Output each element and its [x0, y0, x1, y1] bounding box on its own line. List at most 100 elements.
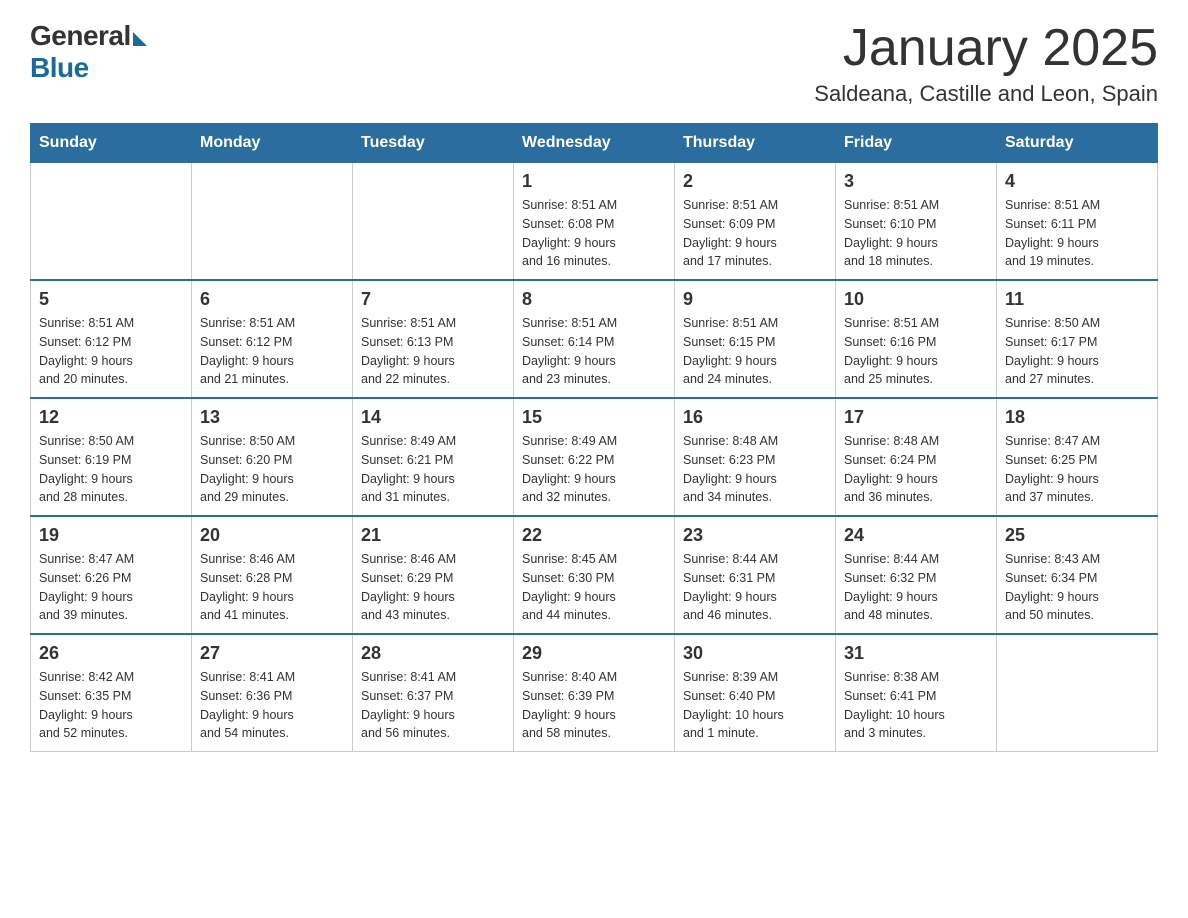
calendar-day-cell: 20 Sunrise: 8:46 AM Sunset: 6:28 PM Dayli…	[192, 516, 353, 634]
day-number: 20	[200, 525, 344, 546]
day-info: Sunrise: 8:51 AM Sunset: 6:16 PM Dayligh…	[844, 314, 988, 389]
day-number: 7	[361, 289, 505, 310]
day-info: Sunrise: 8:48 AM Sunset: 6:23 PM Dayligh…	[683, 432, 827, 507]
location-title: Saldeana, Castille and Leon, Spain	[814, 81, 1158, 107]
day-number: 13	[200, 407, 344, 428]
calendar-day-cell: 16 Sunrise: 8:48 AM Sunset: 6:23 PM Dayli…	[675, 398, 836, 516]
calendar-day-cell: 2 Sunrise: 8:51 AM Sunset: 6:09 PM Daylig…	[675, 163, 836, 281]
day-info: Sunrise: 8:51 AM Sunset: 6:13 PM Dayligh…	[361, 314, 505, 389]
day-number: 26	[39, 643, 183, 664]
calendar-day-cell: 1Sunrise: 8:51 AM Sunset: 6:08 PM Daylig…	[514, 163, 675, 281]
calendar-day-cell: 8 Sunrise: 8:51 AM Sunset: 6:14 PM Daylig…	[514, 280, 675, 398]
calendar-header-saturday: Saturday	[997, 124, 1158, 163]
day-number: 11	[1005, 289, 1149, 310]
day-info: Sunrise: 8:41 AM Sunset: 6:36 PM Dayligh…	[200, 668, 344, 743]
day-info: Sunrise: 8:38 AM Sunset: 6:41 PM Dayligh…	[844, 668, 988, 743]
calendar-day-cell: 15Sunrise: 8:49 AM Sunset: 6:22 PM Dayli…	[514, 398, 675, 516]
day-info: Sunrise: 8:44 AM Sunset: 6:31 PM Dayligh…	[683, 550, 827, 625]
day-info: Sunrise: 8:51 AM Sunset: 6:09 PM Dayligh…	[683, 196, 827, 271]
calendar-day-cell: 27 Sunrise: 8:41 AM Sunset: 6:36 PM Dayli…	[192, 634, 353, 752]
day-info: Sunrise: 8:46 AM Sunset: 6:28 PM Dayligh…	[200, 550, 344, 625]
calendar-header-monday: Monday	[192, 124, 353, 163]
day-info: Sunrise: 8:43 AM Sunset: 6:34 PM Dayligh…	[1005, 550, 1149, 625]
calendar-day-cell: 7 Sunrise: 8:51 AM Sunset: 6:13 PM Daylig…	[353, 280, 514, 398]
day-info: Sunrise: 8:41 AM Sunset: 6:37 PM Dayligh…	[361, 668, 505, 743]
day-number: 19	[39, 525, 183, 546]
calendar-day-cell: 23 Sunrise: 8:44 AM Sunset: 6:31 PM Dayli…	[675, 516, 836, 634]
day-info: Sunrise: 8:42 AM Sunset: 6:35 PM Dayligh…	[39, 668, 183, 743]
day-info: Sunrise: 8:39 AM Sunset: 6:40 PM Dayligh…	[683, 668, 827, 743]
title-section: January 2025 Saldeana, Castille and Leon…	[814, 20, 1158, 107]
calendar-day-cell: 4 Sunrise: 8:51 AM Sunset: 6:11 PM Daylig…	[997, 163, 1158, 281]
calendar-day-cell	[31, 163, 192, 281]
day-number: 22	[522, 525, 666, 546]
day-info: Sunrise: 8:47 AM Sunset: 6:26 PM Dayligh…	[39, 550, 183, 625]
day-number: 18	[1005, 407, 1149, 428]
day-info: Sunrise: 8:46 AM Sunset: 6:29 PM Dayligh…	[361, 550, 505, 625]
day-info: Sunrise: 8:51 AM Sunset: 6:14 PM Dayligh…	[522, 314, 666, 389]
calendar-day-cell: 18 Sunrise: 8:47 AM Sunset: 6:25 PM Dayli…	[997, 398, 1158, 516]
calendar-day-cell	[192, 163, 353, 281]
day-info: Sunrise: 8:51 AM Sunset: 6:10 PM Dayligh…	[844, 196, 988, 271]
calendar-day-cell: 25 Sunrise: 8:43 AM Sunset: 6:34 PM Dayli…	[997, 516, 1158, 634]
calendar-week-row: 19 Sunrise: 8:47 AM Sunset: 6:26 PM Dayli…	[31, 516, 1158, 634]
day-number: 16	[683, 407, 827, 428]
logo: General Blue	[30, 20, 147, 84]
day-number: 31	[844, 643, 988, 664]
logo-general-text: General	[30, 20, 131, 52]
calendar-day-cell: 30 Sunrise: 8:39 AM Sunset: 6:40 PM Dayli…	[675, 634, 836, 752]
calendar-header-row: SundayMondayTuesdayWednesdayThursdayFrid…	[31, 124, 1158, 163]
calendar-day-cell: 12Sunrise: 8:50 AM Sunset: 6:19 PM Dayli…	[31, 398, 192, 516]
calendar-day-cell: 24Sunrise: 8:44 AM Sunset: 6:32 PM Dayli…	[836, 516, 997, 634]
day-info: Sunrise: 8:49 AM Sunset: 6:22 PM Dayligh…	[522, 432, 666, 507]
calendar-day-cell	[997, 634, 1158, 752]
day-number: 4	[1005, 171, 1149, 192]
calendar-day-cell: 5 Sunrise: 8:51 AM Sunset: 6:12 PM Daylig…	[31, 280, 192, 398]
day-number: 8	[522, 289, 666, 310]
day-number: 3	[844, 171, 988, 192]
day-info: Sunrise: 8:50 AM Sunset: 6:20 PM Dayligh…	[200, 432, 344, 507]
day-number: 6	[200, 289, 344, 310]
calendar-day-cell: 26 Sunrise: 8:42 AM Sunset: 6:35 PM Dayli…	[31, 634, 192, 752]
day-info: Sunrise: 8:51 AM Sunset: 6:15 PM Dayligh…	[683, 314, 827, 389]
day-number: 23	[683, 525, 827, 546]
day-number: 25	[1005, 525, 1149, 546]
calendar-day-cell: 14 Sunrise: 8:49 AM Sunset: 6:21 PM Dayli…	[353, 398, 514, 516]
day-number: 17	[844, 407, 988, 428]
calendar-day-cell: 9Sunrise: 8:51 AM Sunset: 6:15 PM Daylig…	[675, 280, 836, 398]
calendar-table: SundayMondayTuesdayWednesdayThursdayFrid…	[30, 123, 1158, 752]
calendar-header-sunday: Sunday	[31, 124, 192, 163]
day-info: Sunrise: 8:50 AM Sunset: 6:17 PM Dayligh…	[1005, 314, 1149, 389]
calendar-day-cell: 3 Sunrise: 8:51 AM Sunset: 6:10 PM Daylig…	[836, 163, 997, 281]
page-header: General Blue January 2025 Saldeana, Cast…	[30, 20, 1158, 107]
day-info: Sunrise: 8:51 AM Sunset: 6:12 PM Dayligh…	[39, 314, 183, 389]
month-title: January 2025	[814, 20, 1158, 77]
day-number: 14	[361, 407, 505, 428]
calendar-day-cell: 28Sunrise: 8:41 AM Sunset: 6:37 PM Dayli…	[353, 634, 514, 752]
calendar-week-row: 1Sunrise: 8:51 AM Sunset: 6:08 PM Daylig…	[31, 163, 1158, 281]
day-number: 2	[683, 171, 827, 192]
calendar-day-cell: 11 Sunrise: 8:50 AM Sunset: 6:17 PM Dayli…	[997, 280, 1158, 398]
calendar-day-cell: 17Sunrise: 8:48 AM Sunset: 6:24 PM Dayli…	[836, 398, 997, 516]
day-info: Sunrise: 8:51 AM Sunset: 6:11 PM Dayligh…	[1005, 196, 1149, 271]
calendar-header-thursday: Thursday	[675, 124, 836, 163]
day-number: 29	[522, 643, 666, 664]
day-info: Sunrise: 8:51 AM Sunset: 6:08 PM Dayligh…	[522, 196, 666, 271]
calendar-day-cell: 22 Sunrise: 8:45 AM Sunset: 6:30 PM Dayli…	[514, 516, 675, 634]
day-number: 30	[683, 643, 827, 664]
calendar-week-row: 12Sunrise: 8:50 AM Sunset: 6:19 PM Dayli…	[31, 398, 1158, 516]
calendar-day-cell: 13 Sunrise: 8:50 AM Sunset: 6:20 PM Dayli…	[192, 398, 353, 516]
calendar-day-cell: 10Sunrise: 8:51 AM Sunset: 6:16 PM Dayli…	[836, 280, 997, 398]
calendar-day-cell: 21 Sunrise: 8:46 AM Sunset: 6:29 PM Dayli…	[353, 516, 514, 634]
day-number: 21	[361, 525, 505, 546]
day-number: 27	[200, 643, 344, 664]
day-info: Sunrise: 8:47 AM Sunset: 6:25 PM Dayligh…	[1005, 432, 1149, 507]
calendar-week-row: 5 Sunrise: 8:51 AM Sunset: 6:12 PM Daylig…	[31, 280, 1158, 398]
day-info: Sunrise: 8:45 AM Sunset: 6:30 PM Dayligh…	[522, 550, 666, 625]
calendar-day-cell: 31 Sunrise: 8:38 AM Sunset: 6:41 PM Dayli…	[836, 634, 997, 752]
calendar-week-row: 26 Sunrise: 8:42 AM Sunset: 6:35 PM Dayli…	[31, 634, 1158, 752]
day-info: Sunrise: 8:49 AM Sunset: 6:21 PM Dayligh…	[361, 432, 505, 507]
day-info: Sunrise: 8:51 AM Sunset: 6:12 PM Dayligh…	[200, 314, 344, 389]
day-number: 5	[39, 289, 183, 310]
day-info: Sunrise: 8:44 AM Sunset: 6:32 PM Dayligh…	[844, 550, 988, 625]
